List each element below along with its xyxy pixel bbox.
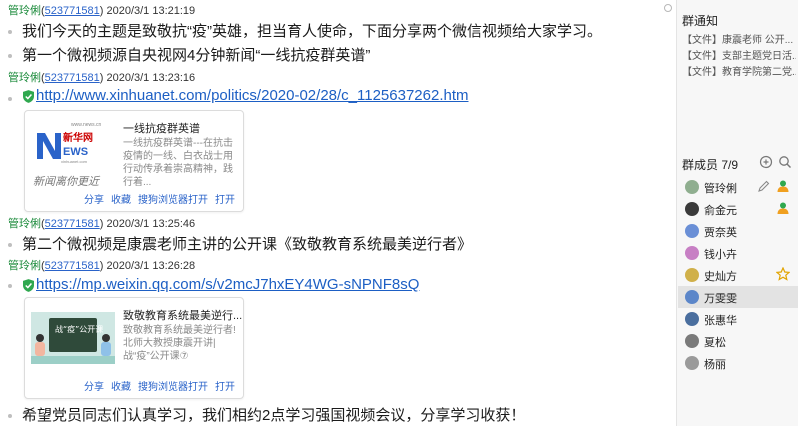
avatar bbox=[685, 356, 699, 370]
message-meta: 管玲俐(523771581) 2020/3/1 13:21:19 bbox=[8, 5, 196, 17]
member-row[interactable]: 杨丽 bbox=[678, 352, 798, 374]
sender-name[interactable]: 管玲俐 bbox=[8, 218, 41, 230]
message-time: 2020/3/1 13:25:46 bbox=[106, 218, 196, 230]
member-name: 钱小卉 bbox=[704, 249, 737, 261]
thumb-text: 战“疫”公开课 bbox=[55, 324, 103, 334]
member-name: 管玲俐 bbox=[704, 183, 737, 195]
sender-qq[interactable]: 523771581 bbox=[45, 72, 100, 84]
member-name: 贾奈英 bbox=[704, 227, 737, 239]
members-title: 群成员 7/9 bbox=[682, 158, 739, 172]
sender-qq[interactable]: 523771581 bbox=[45, 260, 100, 272]
star-badge-icon bbox=[776, 267, 790, 281]
member-row[interactable]: 万雯雯 bbox=[678, 286, 798, 308]
logo-site: www.news.cn bbox=[71, 122, 102, 128]
share-action[interactable]: 分享 bbox=[84, 195, 104, 206]
notice-item[interactable]: 【文件】支部主题党日活... bbox=[682, 47, 796, 62]
member-name: 杨丽 bbox=[704, 359, 726, 371]
avatar bbox=[685, 202, 699, 216]
safe-link-shield-icon bbox=[23, 279, 34, 292]
message-meta: 管玲俐(523771581) 2020/3/1 13:23:16 bbox=[8, 72, 196, 84]
share-action[interactable]: 分享 bbox=[84, 382, 104, 393]
avatar bbox=[685, 312, 699, 326]
message-text: 希望党员同志们认真学习，我们相约2点学习强国视频会议，分享学习收获！ bbox=[8, 404, 525, 425]
link-preview-card[interactable]: 战“疫”公开课 致敬教育系统最美逆行... 致敬教育系统最美逆行者! 北师大教授… bbox=[24, 297, 244, 399]
member-row[interactable]: 张惠华 bbox=[678, 308, 798, 330]
sender-name[interactable]: 管玲俐 bbox=[8, 5, 41, 17]
avatar bbox=[685, 246, 699, 260]
search-icon[interactable] bbox=[778, 155, 792, 169]
logo-cn: 新华网 bbox=[63, 131, 93, 144]
favorite-action[interactable]: 收藏 bbox=[111, 195, 131, 206]
notice-item[interactable]: 【文件】教育学院第二党... bbox=[682, 63, 796, 78]
admin-badge-icon bbox=[777, 202, 789, 214]
message-text: 第二个微视频是康震老师主讲的公开课《致敬教育系统最美逆行者》 bbox=[8, 233, 472, 254]
sender-qq[interactable]: 523771581 bbox=[45, 5, 100, 17]
xinhua-logo-icon: www.news.cn 新华网 EWS xinhuanet.com 新闻离你更近 bbox=[31, 119, 115, 199]
scroll-indicator[interactable] bbox=[664, 4, 672, 14]
sender-name[interactable]: 管玲俐 bbox=[8, 260, 41, 272]
safe-link-shield-icon bbox=[23, 90, 34, 103]
message-time: 2020/3/1 13:21:19 bbox=[106, 5, 196, 17]
message-meta: 管玲俐(523771581) 2020/3/1 13:25:46 bbox=[8, 218, 196, 230]
open-action[interactable]: 打开 bbox=[215, 382, 235, 393]
avatar bbox=[685, 180, 699, 194]
card-title: 一线抗疫群英谱 bbox=[123, 123, 200, 135]
logo-domain: xinhuanet.com bbox=[61, 159, 88, 164]
message-time: 2020/3/1 13:26:28 bbox=[106, 260, 196, 272]
notice-item[interactable]: 【文件】康震老师 公开... bbox=[682, 31, 796, 46]
avatar bbox=[685, 290, 699, 304]
avatar bbox=[685, 268, 699, 282]
card-thumbnail: www.news.cn 新华网 EWS xinhuanet.com 新闻离你更近 bbox=[31, 119, 115, 199]
open-in-browser-action[interactable]: 搜狗浏览器打开 bbox=[138, 382, 208, 393]
chat-panel: 管玲俐(523771581) 2020/3/1 13:21:19 我们今天的主题… bbox=[0, 0, 676, 426]
card-description: 致敬教育系统最美逆行者! 北师大教授康震开讲| 战“疫”公开课⑦ bbox=[123, 325, 236, 362]
group-notice-title: 群通知 bbox=[682, 14, 719, 28]
member-row[interactable]: 管玲俐 bbox=[678, 176, 798, 198]
avatar bbox=[685, 334, 699, 348]
member-row[interactable]: 史灿方 bbox=[678, 264, 798, 286]
open-action[interactable]: 打开 bbox=[215, 195, 235, 206]
member-name: 张惠华 bbox=[704, 315, 737, 327]
owner-badge-icon bbox=[777, 180, 789, 192]
sender-qq[interactable]: 523771581 bbox=[45, 218, 100, 230]
message-link[interactable]: https://mp.weixin.qq.com/s/v2mcJ7hxEY4WG… bbox=[36, 276, 419, 293]
open-in-browser-action[interactable]: 搜狗浏览器打开 bbox=[138, 195, 208, 206]
edit-icon[interactable] bbox=[757, 179, 771, 193]
message-meta: 管玲俐(523771581) 2020/3/1 13:26:28 bbox=[8, 260, 196, 272]
card-title: 致敬教育系统最美逆行... bbox=[123, 310, 243, 322]
card-actions: 分享 收藏 搜狗浏览器打开 打开 bbox=[77, 378, 235, 393]
member-name: 夏松 bbox=[704, 337, 726, 349]
message-text: 第一个微视频源自央视网4分钟新闻“一线抗疫群英谱” bbox=[8, 44, 370, 65]
message-time: 2020/3/1 13:23:16 bbox=[106, 72, 196, 84]
blackboard-thumbnail-icon: 战“疫”公开课 bbox=[31, 312, 115, 364]
avatar bbox=[685, 224, 699, 238]
card-thumbnail: 战“疫”公开课 bbox=[31, 312, 115, 364]
member-row[interactable]: 俞金元 bbox=[678, 198, 798, 220]
link-preview-card[interactable]: www.news.cn 新华网 EWS xinhuanet.com 新闻离你更近… bbox=[24, 110, 244, 212]
sender-name[interactable]: 管玲俐 bbox=[8, 72, 41, 84]
member-row[interactable]: 钱小卉 bbox=[678, 242, 798, 264]
logo-slogan: 新闻离你更近 bbox=[33, 175, 101, 188]
member-name: 史灿方 bbox=[704, 271, 737, 283]
member-name: 俞金元 bbox=[704, 205, 737, 217]
message-text: 我们今天的主题是致敬抗“疫”英雄，担当育人使命，下面分享两个微信视频给大家学习。 bbox=[8, 20, 602, 41]
member-name: 万雯雯 bbox=[704, 293, 737, 305]
card-actions: 分享 收藏 搜狗浏览器打开 打开 bbox=[77, 191, 235, 206]
member-row[interactable]: 贾奈英 bbox=[678, 220, 798, 242]
member-row[interactable]: 夏松 bbox=[678, 330, 798, 352]
favorite-action[interactable]: 收藏 bbox=[111, 382, 131, 393]
message-link[interactable]: http://www.xinhuanet.com/politics/2020-0… bbox=[36, 87, 469, 104]
logo-en: EWS bbox=[63, 146, 88, 158]
add-member-icon[interactable] bbox=[759, 155, 773, 169]
card-description: 一线抗疫群英谱---在抗击疫情的一线、白衣战士用行动传承着崇高精神，践行着... bbox=[123, 138, 233, 188]
